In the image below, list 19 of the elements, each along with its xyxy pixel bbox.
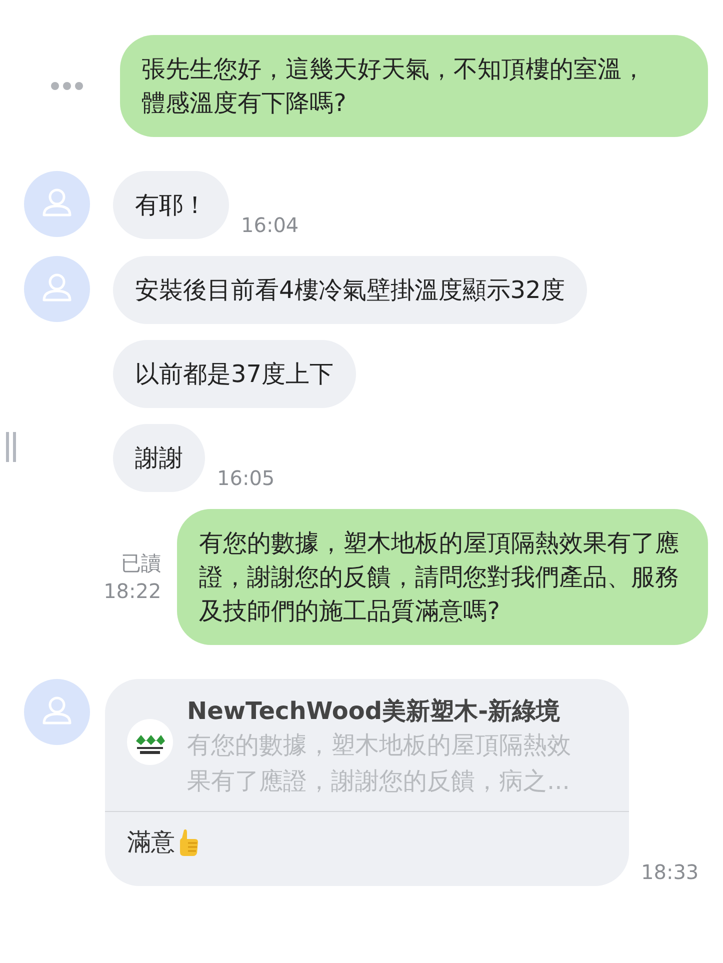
timestamp: 16:04 bbox=[241, 212, 299, 239]
message-bubble: 以前都是37度上下 bbox=[113, 340, 356, 408]
avatar-icon[interactable] bbox=[24, 256, 90, 322]
timestamp: 18:33 bbox=[641, 859, 699, 886]
timestamp: 16:05 bbox=[217, 465, 275, 492]
timestamp: 18:22 bbox=[104, 578, 162, 605]
drag-handle-icon[interactable] bbox=[5, 432, 17, 462]
avatar-icon[interactable] bbox=[24, 679, 90, 745]
read-receipt: 已讀 bbox=[121, 550, 162, 577]
message-bubble: 安裝後目前看4樓冷氣壁掛溫度顯示32度 bbox=[113, 256, 587, 324]
quoted-sender: NewTechWood美新塑木-新綠境 bbox=[187, 696, 562, 727]
message-bubble: 有您的數據，塑木地板的屋頂隔熱效果有了應證，謝謝您的反饋，請問您對我們產品、服務及技師們的施工品質滿意嗎? bbox=[177, 509, 708, 645]
message-bubble: 有耶！ bbox=[113, 171, 229, 239]
message-text: 滿意 bbox=[127, 827, 175, 858]
message-bubble: 張先生您好，這幾天好天氣，不知頂樓的室溫，體感溫度有下降嗎? bbox=[120, 35, 708, 137]
avatar-icon[interactable] bbox=[24, 171, 90, 237]
message-bubble: 謝謝 bbox=[113, 424, 205, 492]
logo-icon bbox=[127, 719, 173, 765]
more-icon[interactable] bbox=[50, 81, 84, 91]
